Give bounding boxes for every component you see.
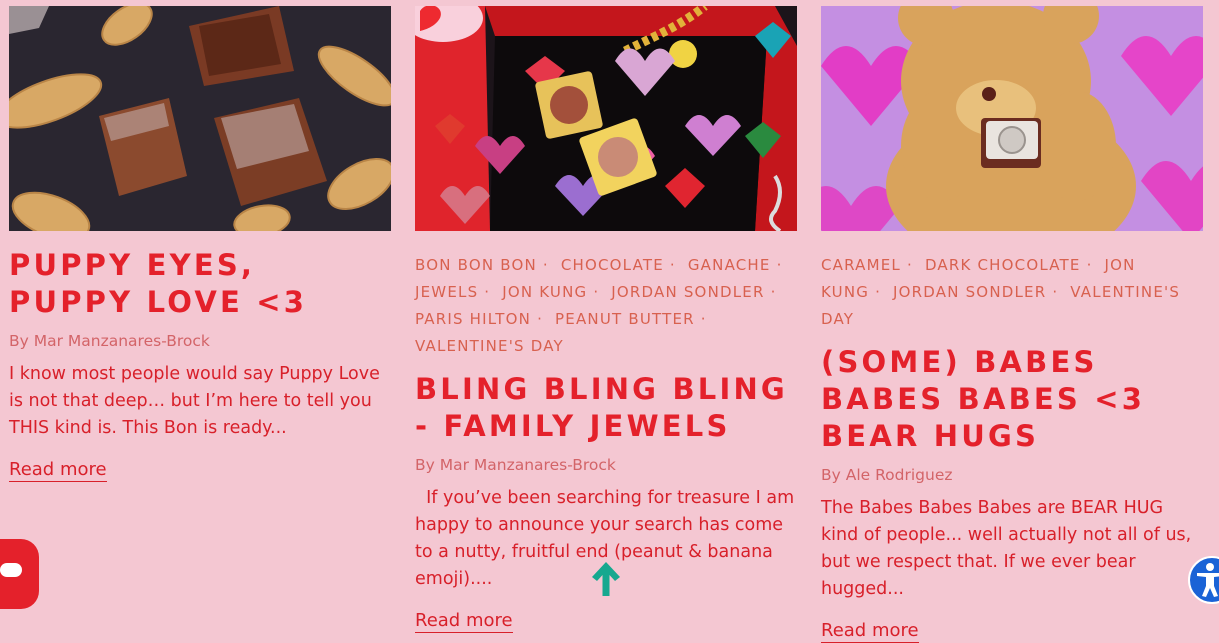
tag-dark-chocolate[interactable]: DARK CHOCOLATE <box>925 256 1081 274</box>
tag-jordan-sondler[interactable]: JORDAN SONDLER <box>611 283 764 301</box>
tag-paris-hilton[interactable]: PARIS HILTON <box>415 310 531 328</box>
tag-jewels[interactable]: JEWELS <box>415 283 478 301</box>
tag-chocolate[interactable]: CHOCOLATE <box>561 256 664 274</box>
tag-separator: · <box>1086 256 1093 274</box>
tag-separator: · <box>669 256 676 274</box>
tag-jordan-sondler[interactable]: JORDAN SONDLER <box>893 283 1046 301</box>
article-title[interactable]: BLING BLING BLING - FAMILY JEWELS <box>415 371 797 445</box>
read-more-link[interactable]: Read more <box>821 620 919 643</box>
read-more-link[interactable]: Read more <box>9 459 107 482</box>
article-tags: BON BON BON · CHOCOLATE · GANACHE · JEWELS ·… <box>415 252 797 360</box>
tag-bon-bon-bon[interactable]: BON BON BON <box>415 256 537 274</box>
article-byline: By Mar Manzanares-Brock <box>9 332 210 350</box>
tag-caramel[interactable]: CARAMEL <box>821 256 901 274</box>
article-byline: By Mar Manzanares-Brock <box>415 456 616 474</box>
tag-separator: · <box>542 256 549 274</box>
article-card-bling: BON BON BON · CHOCOLATE · GANACHE · JEWELS ·… <box>415 6 797 633</box>
article-image-bling[interactable] <box>415 6 797 231</box>
tag-separator: · <box>776 256 783 274</box>
tag-separator: · <box>484 283 491 301</box>
scroll-to-top-button[interactable] <box>589 560 623 600</box>
tag-separator: · <box>770 283 777 301</box>
article-excerpt: I know most people would say Puppy Love … <box>9 364 380 438</box>
tag-separator: · <box>907 256 913 274</box>
article-image-puppy-eyes[interactable] <box>9 6 391 231</box>
up-arrow-icon <box>592 562 620 596</box>
tag-ganache[interactable]: GANACHE <box>688 256 771 274</box>
tag-separator: · <box>537 310 544 328</box>
article-image-babes[interactable] <box>821 6 1203 231</box>
tag-jon-kung[interactable]: JON KUNG <box>502 283 587 301</box>
chat-icon <box>0 563 22 577</box>
article-tags: CARAMEL · DARK CHOCOLATE · JON KUNG · JORDA… <box>821 252 1203 333</box>
tag-separator: · <box>700 310 707 328</box>
article-byline: By Ale Rodriguez <box>821 466 953 484</box>
article-excerpt: The Babes Babes Babes are BEAR HUG kind … <box>821 498 1192 599</box>
tag-separator: · <box>1052 283 1059 301</box>
article-title[interactable]: PUPPY EYES, PUPPY LOVE <3 <box>9 247 391 321</box>
tag-separator: · <box>875 283 882 301</box>
tag-peanut-butter[interactable]: PEANUT BUTTER <box>555 310 695 328</box>
read-more-link[interactable]: Read more <box>415 610 513 633</box>
accessibility-button[interactable] <box>1188 556 1219 604</box>
accessibility-icon <box>1197 563 1219 597</box>
article-title[interactable]: (SOME) BABES BABES BABES <3 BEAR HUGS <box>821 344 1203 455</box>
tag-valentines-day[interactable]: VALENTINE'S DAY <box>415 337 564 355</box>
tag-separator: · <box>593 283 600 301</box>
article-card-babes: CARAMEL · DARK CHOCOLATE · JON KUNG · JORDA… <box>821 6 1203 643</box>
chat-button[interactable] <box>0 539 39 609</box>
article-card-puppy-eyes: PUPPY EYES, PUPPY LOVE <3 By Mar Manzana… <box>9 6 391 482</box>
